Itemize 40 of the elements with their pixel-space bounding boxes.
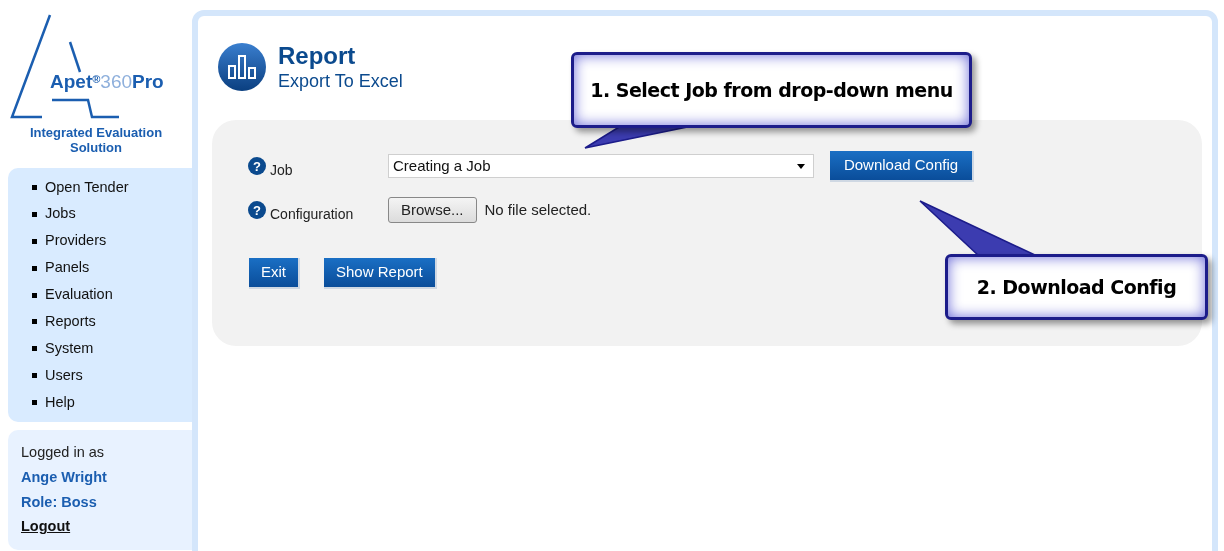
sidebar-item[interactable]: Evaluation [32, 281, 192, 309]
page-subtitle: Export To Excel [278, 70, 403, 92]
help-icon: ? [248, 157, 266, 175]
sidebar-item[interactable]: Open Tender [32, 174, 192, 201]
browse-button[interactable]: Browse... [388, 197, 477, 223]
sidebar-item[interactable]: Panels [32, 254, 192, 282]
bullet-icon [32, 346, 37, 352]
bullet-icon [32, 319, 37, 325]
file-status: No file selected. [484, 199, 592, 220]
logo-wordmark: Apet$^{®}$360Pro [50, 72, 164, 91]
caret-icon [797, 163, 805, 169]
sidebar-item[interactable]: System [32, 335, 192, 363]
logged-in-caption: Logged in as [21, 443, 106, 462]
bullet-icon [32, 373, 37, 379]
bullet-icon [32, 265, 37, 271]
bullet-icon [32, 238, 37, 244]
bullet-icon [32, 292, 37, 298]
page-title: Report [278, 42, 357, 70]
form-button[interactable]: Show Report [324, 258, 437, 289]
sidebar-item[interactable]: Users [32, 362, 192, 390]
sidebar-item[interactable]: Reports [32, 308, 192, 336]
logout-link[interactable]: Logout [21, 516, 192, 538]
report-icon [218, 43, 266, 91]
form-button[interactable]: Exit [249, 258, 300, 289]
logo-tagline: Integrated Evaluation Solution [28, 125, 164, 155]
user-name: Ange Wright [21, 467, 108, 487]
sidebar-item[interactable]: Jobs [32, 200, 192, 228]
help-icon: ? [248, 201, 266, 219]
user-role: Role: Boss [21, 492, 98, 512]
bullet-icon [32, 184, 37, 190]
callout-text: 1. Select Job from drop-down menu [590, 77, 953, 103]
callout-text: 2. Download Config [976, 274, 1177, 300]
field-label: Configuration [270, 204, 354, 224]
field-label: Job [270, 160, 293, 180]
sidebar-item[interactable]: Help [32, 389, 192, 416]
bullet-icon [32, 400, 37, 406]
sidebar-item[interactable]: Providers [32, 227, 192, 255]
job-select[interactable]: Creating a Job [388, 154, 814, 178]
bullet-icon [32, 211, 37, 217]
download-config-button[interactable]: Download Config [830, 150, 974, 182]
